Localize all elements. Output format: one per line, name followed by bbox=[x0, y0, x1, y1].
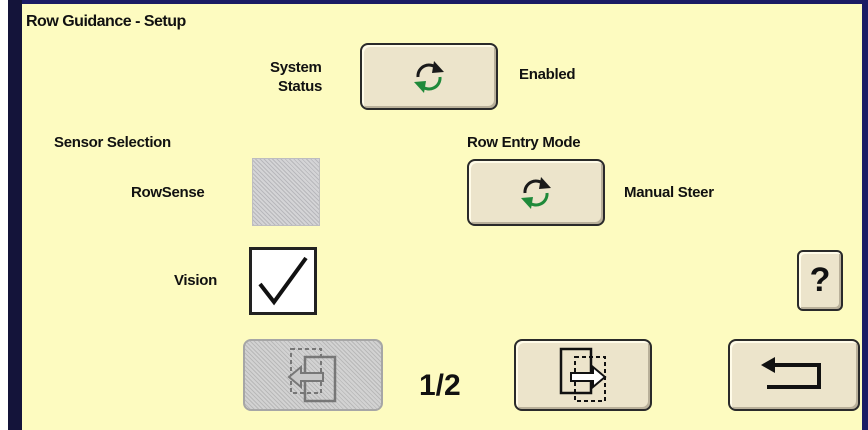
vision-label: Vision bbox=[174, 272, 217, 289]
window-frame-right bbox=[862, 4, 868, 430]
vision-checkbox[interactable] bbox=[249, 247, 317, 315]
system-status-label-line2: Status bbox=[278, 78, 323, 95]
cycle-arrows-icon bbox=[521, 176, 551, 209]
sensor-selection-heading: Sensor Selection bbox=[54, 134, 171, 151]
back-button[interactable] bbox=[728, 339, 860, 411]
previous-page-button[interactable] bbox=[243, 339, 383, 411]
cycle-arrows-icon bbox=[414, 60, 444, 93]
rowsense-checkbox[interactable] bbox=[252, 158, 320, 226]
page-indicator: 1/2 bbox=[419, 369, 461, 402]
row-entry-mode-button[interactable] bbox=[467, 159, 605, 226]
checkmark-icon bbox=[258, 256, 308, 306]
system-status-button[interactable] bbox=[360, 43, 498, 110]
window-frame-top bbox=[22, 0, 868, 4]
page-title: Row Guidance - Setup bbox=[26, 13, 186, 30]
rowsense-label: RowSense bbox=[131, 184, 205, 201]
row-entry-mode-heading: Row Entry Mode bbox=[467, 134, 581, 151]
next-page-button[interactable] bbox=[514, 339, 652, 411]
help-question-icon: ? bbox=[809, 261, 831, 299]
page-next-icon bbox=[559, 347, 607, 402]
window-frame-left bbox=[0, 0, 22, 430]
row-entry-mode-value: Manual Steer bbox=[624, 184, 714, 201]
system-status-value: Enabled bbox=[519, 66, 576, 83]
page-previous-icon bbox=[287, 348, 337, 403]
help-button[interactable]: ? bbox=[797, 250, 843, 311]
system-status-label-line1: System bbox=[270, 59, 322, 76]
return-arrow-icon bbox=[761, 357, 821, 389]
system-status-label: System Status bbox=[270, 58, 322, 96]
